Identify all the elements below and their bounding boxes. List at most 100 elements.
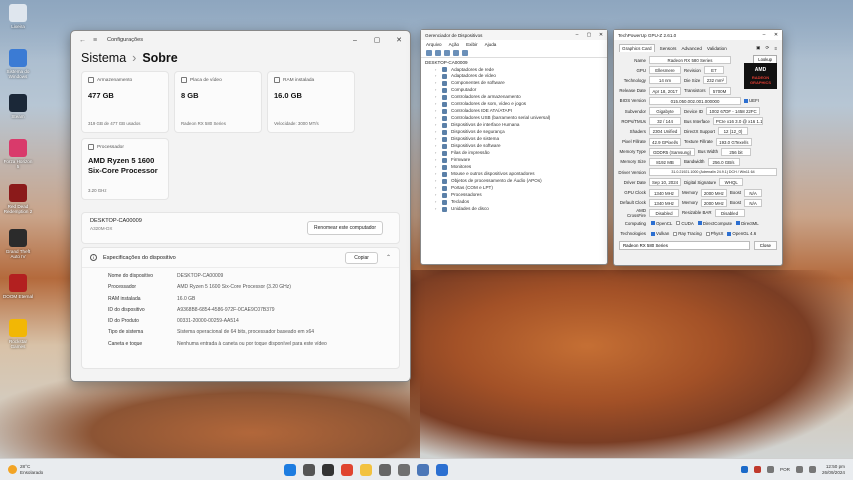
device-category[interactable]: › Componentes de software — [425, 80, 603, 87]
expand-chevron-icon[interactable]: › — [435, 73, 440, 80]
device-category[interactable]: › Filas de impressão — [425, 150, 603, 157]
device-category[interactable]: › Controladores IDE ATA/ATAPI — [425, 108, 603, 115]
device-category[interactable]: › Adaptadores de rede — [425, 67, 603, 74]
minimize-icon[interactable]: – — [571, 32, 583, 38]
maximize-icon[interactable]: ▢ — [366, 36, 388, 44]
expand-chevron-icon[interactable]: › — [435, 171, 440, 178]
expand-chevron-icon[interactable]: › — [435, 67, 440, 74]
gpu-select-dropdown[interactable]: Radeon RX 580 Series — [619, 241, 750, 251]
ram-tile[interactable]: RAM instalada 16.0 GB Velocidade: 3000 M… — [267, 71, 355, 133]
properties-icon[interactable] — [444, 50, 450, 56]
devmgr-taskbar-icon[interactable] — [416, 463, 429, 476]
expand-chevron-icon[interactable]: › — [435, 178, 440, 185]
checkbox-directml[interactable]: DirectML — [734, 221, 761, 226]
close-icon[interactable]: ✕ — [388, 36, 410, 44]
expand-chevron-icon[interactable]: › — [435, 157, 440, 164]
close-icon[interactable]: ✕ — [770, 32, 782, 38]
menu-ajuda[interactable]: Ajuda — [485, 42, 497, 47]
task-view-taskbar-icon[interactable] — [321, 463, 334, 476]
tab-advanced[interactable]: Advanced — [681, 46, 701, 51]
maximize-icon[interactable]: ▢ — [583, 32, 595, 38]
camera-icon[interactable]: ▣ — [756, 45, 760, 51]
device-category[interactable]: › Dispositivos de segurança — [425, 129, 603, 136]
scan-hardware-icon[interactable] — [462, 50, 468, 56]
device-category[interactable]: › Dispositivos de sistema — [425, 136, 603, 143]
menu-exibir[interactable]: Exibir — [466, 42, 478, 47]
expand-chevron-icon[interactable]: › — [435, 115, 440, 122]
expand-chevron-icon[interactable]: › — [435, 122, 440, 129]
device-category[interactable]: › Teclados — [425, 199, 603, 206]
minimize-icon[interactable]: – — [758, 32, 770, 38]
device-category[interactable]: › Controladores de armazenamento — [425, 94, 603, 101]
gpuz-close-button[interactable]: Close — [753, 241, 777, 251]
tab-validation[interactable]: Validation — [707, 46, 727, 51]
weather-widget[interactable]: 28°C Ensolarado — [0, 464, 120, 475]
expand-chevron-icon[interactable]: › — [435, 129, 440, 136]
refresh-icon[interactable]: ⟳ — [765, 45, 769, 51]
checkbox-cuda[interactable]: CUDA — [674, 221, 695, 226]
checkbox-physx[interactable]: PhysX — [704, 231, 726, 236]
desktop-icon-doom[interactable]: DOOM Eternal — [2, 274, 34, 316]
checkbox-vulkan[interactable]: Vulkan — [649, 231, 671, 236]
expand-chevron-icon[interactable]: › — [435, 199, 440, 206]
desktop-icon-recycle-bin[interactable]: Lixeira — [2, 4, 34, 46]
minimize-icon[interactable]: – — [344, 37, 366, 44]
device-category[interactable]: › Monitores — [425, 164, 603, 171]
device-category[interactable]: › Mouse e outros dispositivos apontadores — [425, 171, 603, 178]
expand-chevron-icon[interactable]: › — [435, 108, 440, 115]
expand-chevron-icon[interactable]: › — [435, 206, 440, 213]
device-category[interactable]: › Processadores — [425, 192, 603, 199]
device-specs-header[interactable]: i Especificações do dispositivo Copiar ⌃ — [82, 248, 399, 268]
device-category[interactable]: › Controladores USB (barramento serial un… — [425, 115, 603, 122]
expand-chevron-icon[interactable]: › — [435, 80, 440, 87]
device-category[interactable]: › Objetos de processamento de Áudio (APOs… — [425, 178, 603, 185]
gpuz-taskbar-icon[interactable] — [378, 463, 391, 476]
hamburger-menu-icon[interactable]: ≡ — [93, 37, 107, 44]
chevron-up-icon[interactable] — [767, 466, 775, 473]
menu-acao[interactable]: Ação — [449, 42, 459, 47]
device-category[interactable]: › Dispositivos de interface Humana — [425, 122, 603, 129]
rename-pc-button[interactable]: Renomear este computador — [307, 221, 383, 235]
back-arrow-icon[interactable]: ← — [79, 37, 93, 44]
tab-graphics-card[interactable]: Graphics Card — [619, 44, 655, 52]
clock[interactable]: 12:50 pm 26/09/2024 — [822, 464, 845, 476]
checkbox-directcompute[interactable]: DirectCompute — [696, 221, 734, 226]
device-category[interactable]: › Computador — [425, 87, 603, 94]
device-category[interactable]: › Dispositivos de software — [425, 143, 603, 150]
graphics-tile[interactable]: Placa de vídeo 8 GB Radeon RX 580 Series — [174, 71, 262, 133]
device-category[interactable]: › Firmware — [425, 157, 603, 164]
volume-icon[interactable] — [809, 466, 816, 473]
checkbox-opengl[interactable]: OpenGL 4.6 — [725, 231, 758, 236]
desktop-icon-gta4[interactable]: Grand Theft Auto IV — [2, 229, 34, 271]
expand-chevron-icon[interactable]: › — [435, 143, 440, 150]
store-taskbar-icon[interactable] — [435, 463, 448, 476]
expand-chevron-icon[interactable]: › — [435, 150, 440, 157]
search-taskbar-icon[interactable] — [302, 463, 315, 476]
help-icon[interactable] — [453, 50, 459, 56]
checkbox-opencl[interactable]: OpenCL — [649, 221, 674, 226]
device-category[interactable]: › Portas (COM e LPT) — [425, 185, 603, 192]
close-icon[interactable]: ✕ — [595, 32, 607, 38]
uefi-checkbox[interactable]: UEFI — [741, 98, 762, 103]
breadcrumb-parent[interactable]: Sistema — [81, 51, 126, 65]
device-category[interactable]: › Unidades de disco — [425, 206, 603, 213]
steam-tray-icon[interactable] — [741, 466, 749, 473]
expand-chevron-icon[interactable]: › — [435, 136, 440, 143]
explorer-taskbar-icon[interactable] — [359, 463, 372, 476]
menu-arquivo[interactable]: Arquivo — [426, 42, 442, 47]
forward-icon[interactable] — [435, 50, 441, 56]
copy-button[interactable]: Copiar — [345, 251, 378, 264]
processor-tile[interactable]: Processador AMD Ryzen 5 1600 Six-Core Pr… — [81, 138, 169, 200]
settings-taskbar-icon[interactable] — [397, 463, 410, 476]
expand-chevron-icon[interactable]: › — [435, 185, 440, 192]
desktop-icon-rockstar[interactable]: Rockstar Games — [2, 319, 34, 361]
menu-icon[interactable]: ≡ — [774, 46, 777, 51]
expand-chevron-icon[interactable]: › — [435, 94, 440, 101]
amd-tray-icon[interactable] — [754, 466, 762, 473]
language-indicator[interactable]: POR — [780, 467, 790, 472]
expand-chevron-icon[interactable]: › — [435, 192, 440, 199]
tab-sensors[interactable]: Sensors — [660, 46, 677, 51]
desktop-icon-rdr2[interactable]: Red Dead Redemption 2 — [2, 184, 34, 226]
desktop-icon-forza[interactable]: Forza Horizon 5 — [2, 139, 34, 181]
network-icon[interactable] — [796, 466, 803, 473]
